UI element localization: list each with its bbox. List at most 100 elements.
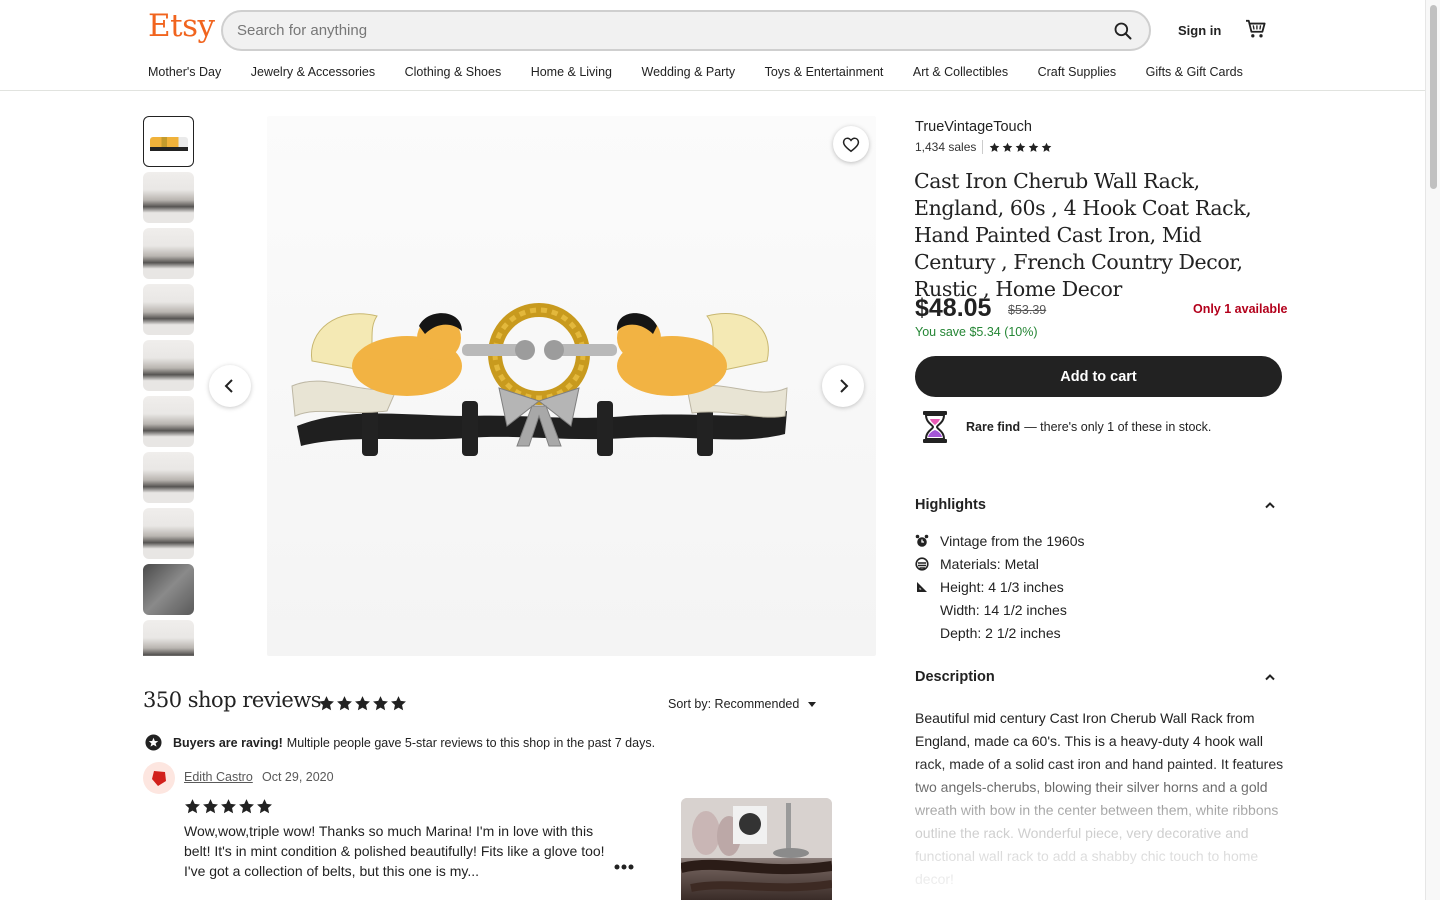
- description-heading: Description: [915, 669, 995, 685]
- availability-notice: Only 1 available: [1193, 302, 1288, 316]
- highlights-toggle[interactable]: Highlights: [915, 497, 1282, 513]
- thumbnail-image[interactable]: [143, 564, 194, 615]
- thumbnail-image[interactable]: [143, 452, 194, 503]
- review-text: Wow,wow,triple wow! Thanks so much Marin…: [184, 823, 605, 879]
- category-link[interactable]: Home & Living: [531, 65, 612, 79]
- caret-down-icon: [807, 702, 816, 707]
- sort-dropdown[interactable]: Sort by: Recommended: [668, 697, 816, 711]
- star-icon: [990, 142, 1000, 152]
- main-product-image[interactable]: [267, 116, 876, 656]
- star-icon: [203, 799, 218, 814]
- chevron-up-icon: [1265, 674, 1275, 681]
- rare-find-text: — there's only 1 of these in stock.: [1024, 420, 1212, 434]
- page-scrollbar[interactable]: [1425, 0, 1440, 900]
- highlight-text: Height: 4 1/3 inches: [940, 578, 1064, 595]
- chevron-right-icon: [840, 379, 849, 393]
- star-icon: [373, 696, 388, 711]
- raving-badge-icon: [145, 734, 162, 751]
- etsy-logo[interactable]: Etsy: [148, 8, 215, 44]
- highlight-item: Materials: Metal: [915, 552, 1085, 575]
- highlight-text: Depth: 2 1/2 inches: [940, 624, 1061, 641]
- description-toggle[interactable]: Description: [915, 669, 1282, 685]
- highlight-item: Width: 14 1/2 inches: [915, 598, 1085, 621]
- highlights-list: Vintage from the 1960s Materials: Metal …: [915, 529, 1085, 644]
- category-link[interactable]: Wedding & Party: [642, 65, 736, 79]
- reviews-rating-stars: [318, 695, 408, 712]
- star-icon: [1016, 142, 1026, 152]
- favorite-button[interactable]: [833, 126, 869, 162]
- more-dots-icon: [614, 864, 634, 870]
- hourglass-icon: [923, 411, 947, 443]
- star-icon: [1042, 142, 1052, 152]
- thumbnail-image[interactable]: [143, 228, 194, 279]
- search-input[interactable]: [237, 22, 1097, 39]
- category-link[interactable]: Toys & Entertainment: [765, 65, 884, 79]
- materials-icon: [915, 556, 929, 571]
- reviews-title: 350 shop reviews: [143, 688, 322, 712]
- shop-name-link[interactable]: TrueVintageTouch: [915, 119, 1032, 135]
- cart-icon[interactable]: [1245, 19, 1267, 39]
- star-icon: [337, 696, 352, 711]
- category-link[interactable]: Art & Collectibles: [913, 65, 1008, 79]
- highlight-text: Materials: Metal: [940, 555, 1039, 572]
- sign-in-link[interactable]: Sign in: [1178, 23, 1221, 38]
- search-bar[interactable]: [221, 10, 1151, 51]
- rare-find-label: Rare find: [966, 420, 1021, 434]
- highlight-text: Vintage from the 1960s: [940, 532, 1085, 549]
- highlights-heading: Highlights: [915, 497, 986, 513]
- add-to-cart-button[interactable]: Add to cart: [915, 356, 1282, 397]
- site-header: Etsy Sign in Mother's Day Jewelry & Acce…: [0, 0, 1425, 91]
- category-link[interactable]: Craft Supplies: [1038, 65, 1117, 79]
- listing-title: Cast Iron Cherub Wall Rack, England, 60s…: [914, 169, 1252, 301]
- original-price: $53.39: [1008, 303, 1047, 317]
- cherub-rack-illustration: [291, 303, 788, 456]
- raving-text: Multiple people gave 5-star reviews to t…: [286, 735, 656, 750]
- highlight-text: Width: 14 1/2 inches: [940, 601, 1067, 618]
- thumbnail-image[interactable]: [143, 284, 194, 335]
- review-date: Oct 29, 2020: [262, 770, 334, 784]
- thumbnail-image[interactable]: [143, 340, 194, 391]
- scrollbar-thumb[interactable]: [1430, 5, 1437, 189]
- sort-label: Sort by: Recommended: [668, 697, 800, 711]
- thumbnail-strip: [143, 116, 194, 656]
- shop-meta: 1,434 sales: [915, 140, 1054, 154]
- shop-rating-stars: [989, 142, 1054, 153]
- thumbnail-image[interactable]: [143, 172, 194, 223]
- category-link[interactable]: Gifts & Gift Cards: [1146, 65, 1243, 79]
- avatar-shape-icon: [152, 771, 166, 786]
- star-icon: [1003, 142, 1013, 152]
- highlight-item: Vintage from the 1960s: [915, 529, 1085, 552]
- chevron-left-icon: [224, 379, 233, 393]
- review-photo[interactable]: [681, 798, 832, 900]
- current-price: $48.05: [915, 294, 992, 322]
- previous-image-button[interactable]: [209, 365, 251, 407]
- reviewer-name-link[interactable]: Edith Castro: [184, 770, 253, 784]
- rare-find-notice: Rare find — there's only 1 of these in s…: [920, 410, 1211, 444]
- category-link[interactable]: Clothing & Shoes: [405, 65, 502, 79]
- description-fade-overlay: [900, 760, 1300, 900]
- star-icon: [185, 799, 200, 814]
- thumbnail-image[interactable]: [143, 116, 194, 167]
- review-photo-illustration: [681, 798, 832, 892]
- category-link[interactable]: Jewelry & Accessories: [251, 65, 375, 79]
- search-icon[interactable]: [1113, 21, 1133, 41]
- category-link[interactable]: Mother's Day: [148, 65, 221, 79]
- shop-sales-count: 1,434 sales: [915, 140, 977, 154]
- star-icon: [239, 799, 254, 814]
- buyers-raving-banner: Buyers are raving! Multiple people gave …: [145, 734, 655, 751]
- next-image-button[interactable]: [822, 365, 864, 407]
- star-icon: [319, 696, 334, 711]
- star-icon: [391, 696, 406, 711]
- star-icon: [257, 799, 272, 814]
- thumbnail-image[interactable]: [143, 620, 194, 656]
- reviewer-avatar[interactable]: [143, 762, 175, 794]
- raving-label: Buyers are raving!: [173, 735, 283, 750]
- chevron-up-icon: [1265, 502, 1275, 509]
- review-stars: [184, 798, 274, 815]
- star-icon: [355, 696, 370, 711]
- review-more-button[interactable]: [612, 858, 636, 876]
- thumbnail-image[interactable]: [143, 508, 194, 559]
- alarm-clock-icon: [915, 534, 929, 547]
- thumbnail-image[interactable]: [143, 396, 194, 447]
- category-nav: Mother's Day Jewelry & Accessories Cloth…: [148, 65, 1272, 79]
